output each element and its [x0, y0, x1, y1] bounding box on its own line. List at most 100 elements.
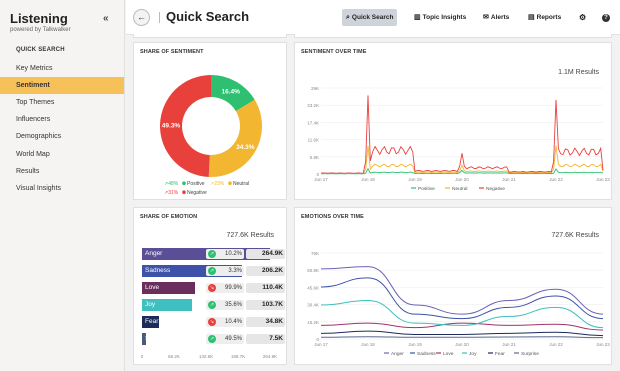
emotion-row-fear: Fear ↘ 10.4% 34.8K	[142, 316, 287, 328]
sidebar-item-sentiment[interactable]: Sentiment	[0, 77, 124, 94]
emotion-label: Anger	[145, 250, 163, 257]
sidebar: Listening powered by Talkwalker « QUICK …	[0, 0, 125, 371]
trend-up-icon: ↗	[208, 267, 216, 275]
emotion-value: 264.9K	[246, 249, 285, 259]
alerts-label: Alerts	[490, 14, 510, 21]
sidebar-item-results[interactable]: Results	[0, 163, 124, 180]
x-tick-label: Jun 23	[596, 342, 610, 347]
topic-insights-label: Topic Insights	[422, 14, 467, 21]
x-tick-label: 66.2K	[168, 354, 180, 359]
x-tick-label: Jun 22	[549, 177, 563, 182]
emotion-trend: ↘ 99.9%	[206, 283, 244, 293]
sidebar-item-visual-insights[interactable]: Visual Insights	[0, 180, 124, 197]
sidebar-item-top-themes[interactable]: Top Themes	[0, 94, 124, 111]
panel-partial-left	[133, 34, 287, 38]
collapse-sidebar-icon[interactable]: «	[103, 13, 109, 24]
topbar: ← Quick Search ⌕ Quick Search ▥ Topic Insi…	[126, 0, 620, 35]
emotion-trend: ↘ 10.4%	[206, 317, 244, 327]
series-line-love	[320, 322, 604, 331]
x-tick-label: Jun 22	[549, 342, 563, 347]
sidebar-item-influencers[interactable]: Influencers	[0, 111, 124, 128]
legend-label-neutral: Neutral	[452, 186, 467, 192]
series-line-anger	[320, 266, 604, 315]
emotion-label: Love	[145, 284, 160, 291]
y-tick-label: 29K	[311, 86, 319, 91]
panel-partial-right	[294, 34, 612, 38]
donut-slice-label: 49.3%	[162, 123, 181, 130]
legend-trend: ↗48%	[164, 181, 179, 187]
x-tick-label: 198.7K	[231, 354, 245, 359]
x-tick-label: Jun 17	[314, 342, 328, 347]
y-tick-label: 45.6K	[307, 285, 319, 290]
sentiment-line-chart: 29K23.2K17.4K11.6K5.8K0Jun 17 Jun 18 Jun 1…	[307, 86, 610, 192]
emotion-row-sadness: Sadness ↗ 3.3% 206.2K	[142, 265, 287, 277]
topic-insights-button[interactable]: ▥ Topic Insights	[410, 9, 470, 26]
y-tick-label: 30.4K	[307, 303, 319, 308]
series-line-sadness	[320, 277, 604, 320]
emotion-label: Surprise	[145, 335, 170, 342]
x-tick-label: Jun 17	[314, 177, 328, 182]
legend-label-negative: Negative	[486, 186, 505, 192]
reports-label: Reports	[536, 14, 562, 21]
legend-trend: ↗23%	[210, 181, 225, 187]
y-tick-label: 15.2K	[307, 320, 319, 325]
app-subtitle: powered by Talkwalker	[10, 27, 71, 33]
x-tick-label: 264.9K	[263, 354, 277, 359]
x-tick-label: Jun 21	[502, 342, 516, 347]
y-tick-label: 60.8K	[307, 268, 319, 273]
y-tick-label: 5.8K	[310, 155, 319, 160]
sidebar-item-key-metrics[interactable]: Key Metrics	[0, 60, 124, 77]
emotion-value: 206.2K	[246, 266, 285, 276]
emotion-row-love: Love ↘ 99.9% 110.4K	[142, 282, 287, 294]
trend-down-icon: ↘	[208, 284, 216, 292]
emotion-trend: ↗ 3.3%	[206, 266, 244, 276]
series-line-surprise	[320, 336, 604, 339]
document-icon: ▤	[528, 14, 535, 21]
app-title: Listening	[10, 11, 68, 26]
x-tick-label: Jun 18	[361, 177, 375, 182]
quick-search-label: Quick Search	[351, 14, 394, 21]
sentiment-donut-chart: 16.4% 34.3% 49.3% ↗48% Positive ↗23% Neutral ↗…	[159, 75, 262, 196]
emotion-value: 7.5K	[246, 334, 285, 344]
sidebar-item-demographics[interactable]: Demographics	[0, 128, 124, 145]
x-tick-label: 132.5K	[199, 354, 213, 359]
trend-down-icon: ↘	[208, 318, 216, 326]
trend-up-icon: ↗	[208, 301, 216, 309]
topbar-divider	[159, 12, 160, 23]
legend-swatch	[182, 181, 186, 185]
legend-label-sadness: Sadness	[417, 351, 436, 357]
y-tick-label: 76K	[311, 251, 319, 256]
legend-trend: ↗31%	[164, 190, 179, 196]
x-tick-label: Jun 19	[408, 177, 422, 182]
donut-slice-label: 16.4%	[221, 89, 240, 96]
emotion-value: 110.4K	[246, 283, 285, 293]
help-button[interactable]: ?	[598, 9, 614, 26]
settings-button[interactable]: ⚙	[575, 9, 590, 26]
emotion-row-surprise: Surprise ↗ 49.5% 7.5K	[142, 333, 287, 345]
x-tick-label: Jun 20	[455, 177, 469, 182]
share-of-sentiment-panel: SHARE OF SENTIMENT 16.4% 34.3% 49.3% ↗48% P…	[133, 42, 287, 200]
legend-label-fear: Fear	[495, 351, 505, 357]
x-tick-label: Jun 23	[596, 177, 610, 182]
quick-search-button[interactable]: ⌕ Quick Search	[342, 9, 398, 26]
reports-button[interactable]: ▤ Reports	[524, 9, 565, 26]
bar-chart-icon: ▥	[414, 14, 421, 21]
x-tick-label: 0	[141, 354, 144, 359]
y-tick-label: 11.6K	[308, 138, 319, 143]
emotions-over-time-panel: EMOTIONS OVER TIME 727.6K Results 76K 60.…	[294, 207, 612, 365]
legend-label-positive: Positive	[187, 181, 205, 187]
alerts-button[interactable]: ✉ Alerts	[479, 9, 513, 26]
x-tick-label: Jun 21	[502, 177, 516, 182]
emotion-value: 103.7K	[246, 300, 285, 310]
legend-label-neutral: Neutral	[233, 181, 249, 187]
sidebar-section-title: QUICK SEARCH	[16, 47, 65, 53]
x-tick-label: Jun 18	[361, 342, 375, 347]
results-count: 727.6K Results	[226, 232, 274, 239]
sidebar-item-world-map[interactable]: World Map	[0, 146, 124, 163]
sentiment-over-time-panel: SENTIMENT OVER TIME 1.1M Results 29K 23.2…	[294, 42, 612, 200]
legend-label-joy: Joy	[469, 351, 477, 357]
back-button[interactable]: ←	[133, 9, 150, 26]
mail-icon: ✉	[483, 14, 489, 21]
share-of-emotion-panel: SHARE OF EMOTION 727.6K Results Anger ↗ 10…	[133, 207, 287, 365]
emotion-label: Fear	[145, 318, 159, 325]
